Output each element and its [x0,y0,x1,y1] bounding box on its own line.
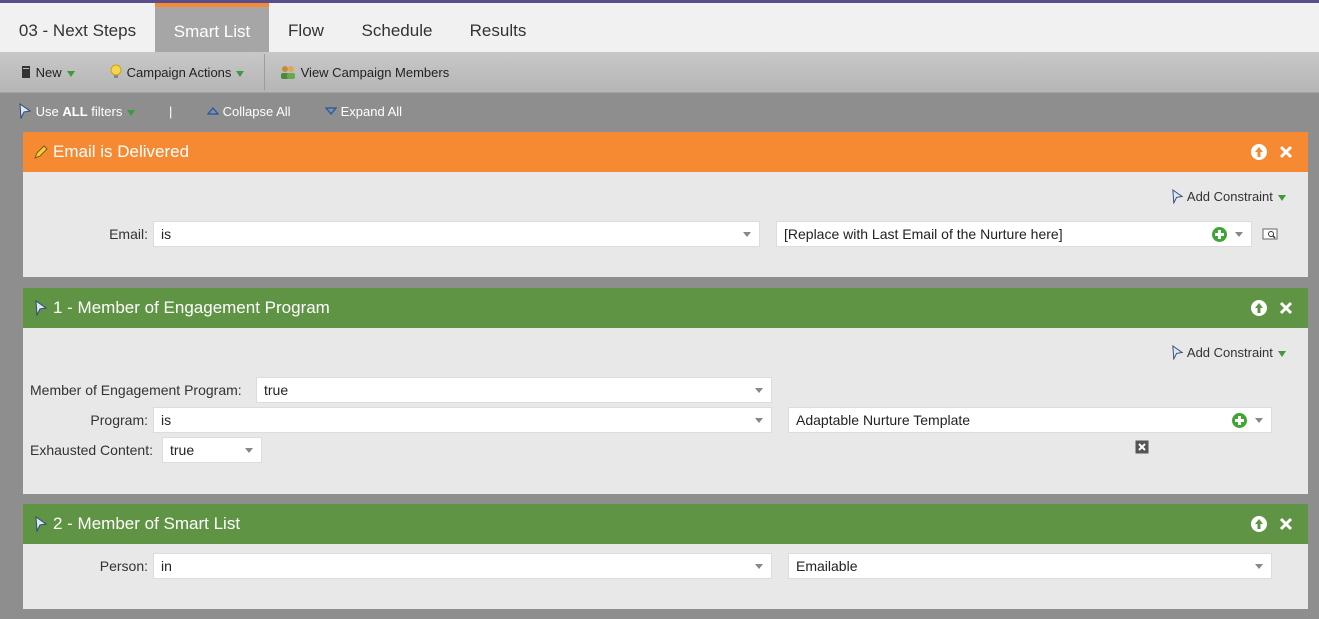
filter-icon [35,516,48,532]
program-label: Program: [90,412,148,428]
person-value-select[interactable]: Emailable [788,553,1272,579]
filter-header: 2 - Member of Smart List [23,504,1308,544]
program-operator-value: is [161,412,172,428]
filter-email-delivered: Email is Delivered Add Constraint Email:… [23,132,1308,277]
close-icon[interactable] [1277,143,1295,161]
filter-icon [1172,189,1184,205]
filter-title: 1 - Member of Engagement Program [53,298,330,317]
pencil-icon [34,145,48,159]
expand-all-button[interactable]: Expand All [324,93,403,131]
email-value-select[interactable]: [Replace with Last Email of the Nurture … [776,221,1252,247]
email-value: [Replace with Last Email of the Nurture … [784,226,1063,242]
move-up-icon[interactable] [1250,143,1268,161]
person-label: Person: [99,558,148,574]
add-value-icon[interactable] [1232,413,1247,428]
filter-separator: | [169,104,173,119]
new-icon [22,66,30,78]
move-up-icon[interactable] [1250,515,1268,533]
chevron-down-icon [66,70,75,77]
filter-member-smart-list: 2 - Member of Smart List Person: in Emai… [23,504,1308,609]
lightbulb-icon [110,64,122,78]
chevron-down-icon [1277,194,1286,201]
filter-title: 2 - Member of Smart List [53,514,241,533]
campaign-actions-button[interactable]: Campaign Actions [109,52,245,92]
filter-icon [35,300,48,316]
filter-header: 1 - Member of Engagement Program [23,288,1308,328]
add-constraint-label: Add Constraint [1186,189,1273,204]
filter-header: Email is Delivered [23,132,1308,172]
program-value-select[interactable]: Adaptable Nurture Template [788,407,1272,433]
tab-results[interactable]: Results [451,3,545,52]
expand-all-label: Expand All [340,104,403,119]
expand-icon [324,107,338,116]
exhausted-content-label: Exhausted Content: [30,442,153,458]
close-icon[interactable] [1277,515,1295,533]
collapse-all-button[interactable]: Collapse All [206,93,291,131]
lookup-icon[interactable] [1262,227,1278,241]
filter-member-engagement-program: 1 - Member of Engagement Program Add Con… [23,288,1308,494]
tab-campaign-name[interactable]: 03 - Next Steps [0,3,155,52]
chevron-down-icon [755,564,763,569]
member-of-program-value: true [264,382,289,398]
person-value: Emailable [796,558,858,574]
add-constraint-button[interactable]: Add Constraint [1171,189,1286,205]
chevron-down-icon [1235,232,1243,237]
tab-flow[interactable]: Flow [269,3,343,52]
member-of-program-label: Member of Engagement Program: [30,382,242,398]
tab-bar: 03 - Next Steps Smart List Flow Schedule… [0,3,1319,52]
collapse-all-label: Collapse All [222,104,291,119]
person-operator-select[interactable]: in [153,553,772,579]
new-button[interactable]: New [20,52,75,92]
toolbar-divider [264,54,265,90]
campaign-actions-label: Campaign Actions [126,65,232,80]
filter-options-bar: Use ALL filters | Collapse All Expand Al… [0,93,1319,131]
use-filters-dropdown[interactable]: Use ALL filters [18,93,136,131]
add-constraint-button[interactable]: Add Constraint [1171,345,1286,361]
new-label: New [35,65,62,80]
chevron-down-icon [1255,564,1263,569]
all-label: ALL [62,104,88,119]
chevron-down-icon [755,418,763,423]
collapse-icon [206,106,220,115]
add-constraint-label: Add Constraint [1186,345,1273,360]
view-campaign-members-label: View Campaign Members [300,65,450,80]
chevron-down-icon [1255,418,1263,423]
email-label: Email: [109,226,148,242]
view-campaign-members-button[interactable]: View Campaign Members [279,52,449,92]
chevron-down-icon [127,109,136,116]
chevron-down-icon [1277,350,1286,357]
tab-schedule[interactable]: Schedule [343,3,451,52]
email-operator-value: is [161,226,172,242]
use-label: Use [35,104,59,119]
filters-label: filters [91,104,123,119]
chevron-down-icon [755,388,763,393]
person-operator-value: in [161,558,172,574]
email-operator-select[interactable]: is [153,221,760,247]
filter-icon [19,102,32,120]
toolbar: New Campaign Actions View Campaign Membe… [0,52,1319,93]
remove-constraint-icon[interactable] [1135,440,1149,454]
filter-icon [1172,345,1184,361]
program-operator-select[interactable]: is [153,407,772,433]
people-icon [281,66,295,79]
tab-smart-list[interactable]: Smart List [155,3,269,52]
member-of-program-select[interactable]: true [256,377,772,403]
filter-title: Email is Delivered [53,142,190,161]
add-value-icon[interactable] [1212,227,1227,242]
chevron-down-icon [236,70,245,77]
exhausted-content-value: true [170,442,195,458]
chevron-down-icon [743,232,751,237]
chevron-down-icon [245,448,253,453]
exhausted-content-select[interactable]: true [162,437,262,463]
program-value: Adaptable Nurture Template [796,412,971,428]
move-up-icon[interactable] [1250,299,1268,317]
close-icon[interactable] [1277,299,1295,317]
